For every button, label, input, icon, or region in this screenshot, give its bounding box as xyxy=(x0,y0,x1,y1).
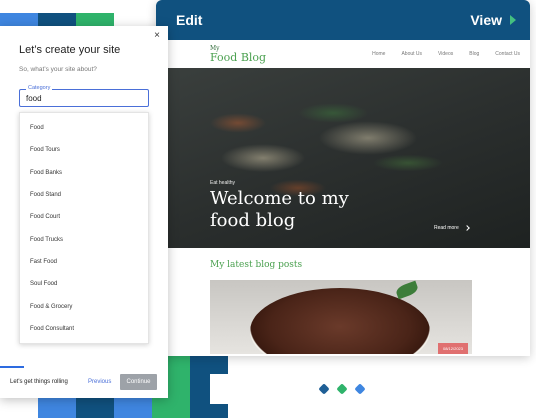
dessert-photo xyxy=(250,288,430,354)
nav-videos[interactable]: Videos xyxy=(438,51,453,57)
site-preview: My Food Blog Home About Us Videos Blog C… xyxy=(168,40,530,356)
nav-blog[interactable]: Blog xyxy=(469,51,479,57)
category-label: Category xyxy=(26,85,53,91)
dropdown-option[interactable]: Food Tours xyxy=(20,139,148,161)
pagination-dots xyxy=(210,374,474,404)
nav-contact[interactable]: Contact Us xyxy=(495,51,520,57)
dropdown-option[interactable]: Soul Food xyxy=(20,273,148,295)
progress-bar xyxy=(0,366,24,368)
nav-links: Home About Us Videos Blog Contact Us xyxy=(372,51,520,57)
dot-3[interactable] xyxy=(354,383,366,395)
deco-tile-green xyxy=(76,13,114,27)
edit-tab[interactable]: Edit xyxy=(176,12,202,28)
chevron-right-icon xyxy=(463,225,470,231)
view-label: View xyxy=(470,12,502,28)
site-logo[interactable]: My Food Blog xyxy=(210,45,267,64)
dot-1[interactable] xyxy=(318,383,330,395)
continue-button[interactable]: Continue xyxy=(120,374,157,390)
category-dropdown: Food Food Tours Food Banks Food Stand Fo… xyxy=(19,112,149,344)
dropdown-option[interactable]: Food Trucks xyxy=(20,228,148,250)
dropdown-option[interactable]: Food xyxy=(20,117,148,139)
deco-tile-blue xyxy=(0,13,38,27)
dropdown-option[interactable]: Food Banks xyxy=(20,162,148,184)
read-more-link[interactable]: Read more xyxy=(434,225,470,231)
hero-title: Welcome to my food blog xyxy=(210,188,349,231)
site-nav: My Food Blog Home About Us Videos Blog C… xyxy=(168,40,530,68)
category-value: food xyxy=(26,94,42,103)
read-more-label: Read more xyxy=(434,225,459,231)
dot-2[interactable] xyxy=(336,383,348,395)
dropdown-option[interactable]: Food Stand xyxy=(20,184,148,206)
dropdown-option[interactable]: Fast Food xyxy=(20,251,148,273)
logo-name-text: Food Blog xyxy=(210,50,267,64)
hero-eyebrow: Eat healthy xyxy=(210,180,236,186)
dropdown-option[interactable]: Food Court xyxy=(20,206,148,228)
view-button[interactable]: View xyxy=(470,12,516,28)
editor-window: Edit View My Food Blog Home About Us Vid… xyxy=(156,0,530,356)
hero-image: Eat healthy Welcome to my food blog Read… xyxy=(168,68,530,248)
dropdown-option[interactable]: Food Consultant xyxy=(20,318,148,340)
panel-subtitle: So, what’s your site about? xyxy=(19,66,97,73)
nav-home[interactable]: Home xyxy=(372,51,385,57)
panel-title: Let’s create your site xyxy=(19,44,121,56)
play-icon xyxy=(510,15,516,25)
section-title: My latest blog posts xyxy=(210,260,303,270)
editor-toolbar: Edit View xyxy=(156,0,530,40)
blog-post-image[interactable]: 08/12/2023 xyxy=(210,280,472,354)
nav-about[interactable]: About Us xyxy=(401,51,422,57)
footer-message: Let's get things rolling xyxy=(10,379,68,385)
previous-button[interactable]: Previous xyxy=(88,379,111,385)
setup-panel: × Let’s create your site So, what’s your… xyxy=(0,26,168,398)
panel-footer: Let's get things rolling Previous Contin… xyxy=(0,369,168,395)
mint-leaf-photo xyxy=(394,280,420,300)
post-date-badge: 08/12/2023 xyxy=(437,343,468,354)
close-icon[interactable]: × xyxy=(154,30,160,41)
category-input[interactable]: Category food xyxy=(19,85,149,107)
deco-tile-navy xyxy=(38,13,76,27)
dropdown-option[interactable]: Food & Grocery xyxy=(20,295,148,317)
